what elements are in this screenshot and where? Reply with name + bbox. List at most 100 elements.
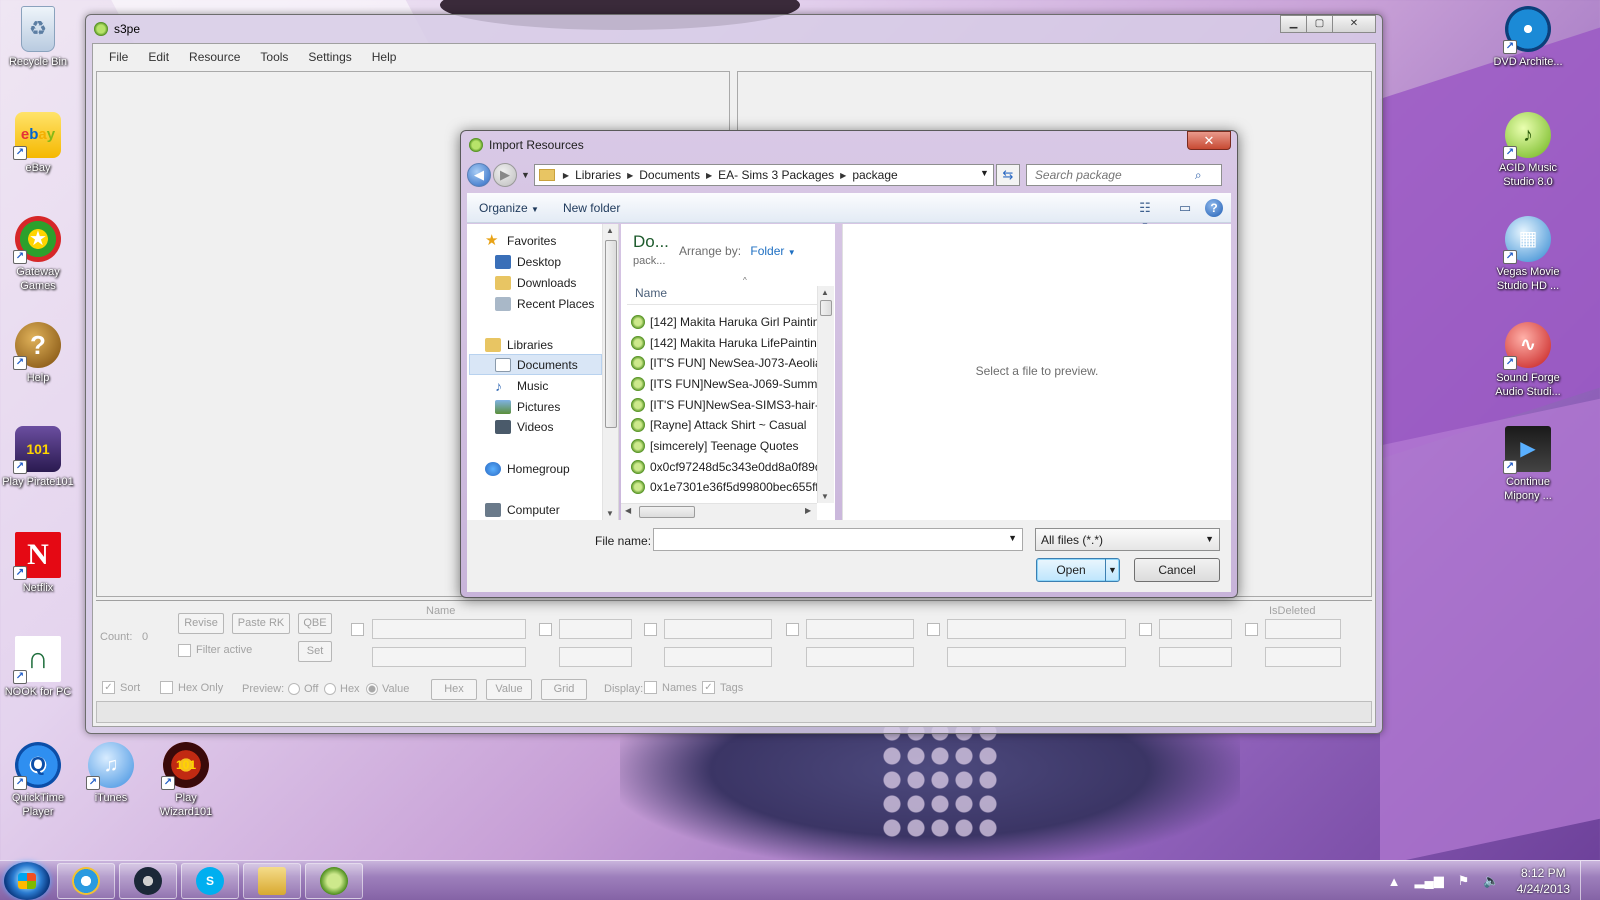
value-button[interactable]: Value (486, 679, 532, 700)
desktop-icon-quicktime[interactable]: Q ↗ QuickTime Player (0, 742, 76, 819)
file-row[interactable]: 0x0cf97248d5c343e0dd8a0f89c3 (631, 456, 821, 477)
desktop-icon-acid-music[interactable]: ♪ ↗ ACID Music Studio 8.0 (1490, 112, 1566, 189)
set-button[interactable]: Set (298, 641, 332, 662)
filter-field-checkbox[interactable] (351, 623, 364, 636)
filter-field-mask[interactable] (1265, 647, 1341, 667)
search-box[interactable]: ⌕ (1025, 164, 1222, 186)
scrollbar-thumb[interactable] (639, 506, 695, 518)
nav-downloads[interactable]: Downloads (495, 272, 576, 293)
menu-file[interactable]: File (99, 50, 138, 64)
search-input[interactable] (1034, 168, 1195, 182)
breadcrumb-documents[interactable]: Documents (639, 168, 700, 182)
filter-field-mask[interactable] (1159, 647, 1232, 667)
tags-checkbox[interactable]: ✓ (702, 681, 715, 694)
taskbar-internet-explorer[interactable] (57, 863, 115, 899)
file-row[interactable]: [IT'S FUN]NewSea-SIMS3-hair-J (631, 394, 821, 415)
file-row[interactable]: [simcerely] Teenage Quotes (631, 435, 821, 456)
address-bar[interactable]: ▶ Libraries ▶ Documents ▶ EA- Sims 3 Pac… (533, 164, 994, 186)
menu-edit[interactable]: Edit (138, 50, 179, 64)
network-icon[interactable]: ▂▄▆ (1415, 873, 1444, 889)
desktop-icon-nook[interactable]: ∩ ↗ NOOK for PC (0, 636, 76, 699)
desktop-icon-itunes[interactable]: ♫ ↗ iTunes (73, 742, 149, 805)
taskbar-s3pe[interactable] (305, 863, 363, 899)
desktop-icon-dvd-architect[interactable]: ↗ DVD Archite... (1490, 6, 1566, 69)
preview-off-radio[interactable] (288, 683, 300, 695)
desktop-icon-netflix[interactable]: N ↗ Netflix (0, 532, 76, 595)
filter-field-value[interactable] (664, 619, 772, 639)
forward-button[interactable]: ▶ (493, 163, 517, 187)
taskbar-steam[interactable] (119, 863, 177, 899)
menu-resource[interactable]: Resource (179, 50, 250, 64)
clock[interactable]: 8:12 PM 4/24/2013 (1517, 865, 1570, 897)
filter-field-value[interactable] (372, 619, 526, 639)
filter-field-mask[interactable] (372, 647, 526, 667)
file-row[interactable]: [142] Makita Haruka Girl Paintin (631, 311, 821, 332)
help-icon[interactable]: ? (1205, 198, 1223, 217)
file-list-scrollbar[interactable]: ▲ ▼ (817, 286, 834, 503)
scroll-up-icon[interactable]: ▲ (821, 288, 829, 297)
taskbar-skype[interactable]: S (181, 863, 239, 899)
breadcrumb-sims3-packages[interactable]: EA- Sims 3 Packages (718, 168, 834, 182)
preview-value-radio[interactable] (366, 683, 378, 695)
nav-videos[interactable]: Videos (495, 416, 553, 437)
filter-field-value[interactable] (806, 619, 914, 639)
desktop-icon-wizard101[interactable]: 101 ↗ Play Wizard101 (148, 742, 224, 819)
hex-button[interactable]: Hex (431, 679, 477, 700)
menu-help[interactable]: Help (362, 50, 407, 64)
desktop-icon-gateway-games[interactable]: ★ ↗ Gateway Games (0, 216, 76, 293)
open-options-dropdown[interactable]: ▼ (1105, 559, 1119, 581)
filter-active-checkbox[interactable] (178, 644, 191, 657)
scroll-up-icon[interactable]: ▲ (606, 226, 614, 235)
column-header-name[interactable]: ^ Name (627, 276, 817, 305)
refresh-icon[interactable]: ⇆ (995, 164, 1020, 186)
desktop-icon-mipony[interactable]: ▶ ↗ Continue Mipony ... (1490, 426, 1566, 503)
change-view-icon[interactable]: ☷ ▼ (1135, 200, 1155, 230)
filter-field-checkbox[interactable] (1245, 623, 1258, 636)
open-button[interactable]: Open ▼ (1036, 558, 1120, 582)
scroll-down-icon[interactable]: ▼ (606, 509, 614, 518)
menu-tools[interactable]: Tools (250, 50, 298, 64)
nav-homegroup[interactable]: Homegroup (485, 458, 570, 479)
maximize-button[interactable]: ▢ (1306, 15, 1333, 33)
nav-libraries[interactable]: Libraries (485, 334, 553, 355)
volume-icon[interactable]: 🔈 (1483, 873, 1499, 889)
nav-documents[interactable]: Documents (469, 354, 602, 375)
breadcrumb-package[interactable]: package (852, 168, 897, 182)
revise-button[interactable]: Revise (178, 613, 224, 634)
names-checkbox[interactable] (644, 681, 657, 694)
dialog-close-button[interactable]: ✕ (1187, 131, 1231, 150)
scroll-right-icon[interactable]: ▶ (805, 506, 811, 515)
grid-button[interactable]: Grid (541, 679, 587, 700)
nav-favorites[interactable]: ★ Favorites (485, 230, 556, 251)
sort-checkbox[interactable]: ✓ (102, 681, 115, 694)
search-icon[interactable]: ⌕ (1195, 168, 1202, 183)
nav-pictures[interactable]: Pictures (495, 396, 560, 417)
file-row[interactable]: [IT'S FUN] NewSea-J073-Aeoliar (631, 352, 821, 373)
nav-music[interactable]: ♪ Music (495, 375, 548, 396)
file-row[interactable]: [142] Makita Haruka LifePaintin (631, 332, 821, 353)
filter-field-checkbox[interactable] (786, 623, 799, 636)
chevron-down-icon[interactable]: ▼ (1008, 533, 1017, 543)
file-row[interactable]: [Rayne] Attack Shirt ~ Casual (631, 414, 821, 435)
file-type-select[interactable]: All files (*.*) ▼ (1035, 528, 1220, 551)
desktop-icon-help[interactable]: ? ↗ Help (0, 322, 76, 385)
cancel-button[interactable]: Cancel (1134, 558, 1220, 582)
close-button[interactable]: ✕ (1332, 15, 1376, 33)
minimize-button[interactable]: ▁ (1280, 15, 1307, 33)
desktop-icon-vegas-movie[interactable]: ▦ ↗ Vegas Movie Studio HD ... (1490, 216, 1566, 293)
filter-field-checkbox[interactable] (539, 623, 552, 636)
qbe-button[interactable]: QBE (298, 613, 332, 634)
breadcrumb-libraries[interactable]: Libraries (575, 168, 621, 182)
file-row[interactable]: [ITS FUN]NewSea-J069-Summe (631, 373, 821, 394)
desktop-icon-pirate101[interactable]: 101 ↗ Play Pirate101 (0, 426, 76, 489)
file-row[interactable]: 0x1e7301e36f5d99800bec655ff03 (631, 476, 821, 497)
s3pe-titlebar[interactable]: s3pe (86, 15, 1382, 43)
paste-rk-button[interactable]: Paste RK (232, 613, 290, 634)
desktop-icon-sound-forge[interactable]: ∿ ↗ Sound Forge Audio Studi... (1490, 322, 1566, 399)
filter-field-checkbox[interactable] (644, 623, 657, 636)
filter-field-checkbox[interactable] (927, 623, 940, 636)
show-desktop-button[interactable] (1580, 861, 1592, 900)
action-center-icon[interactable]: ⚑ (1458, 873, 1470, 889)
scroll-left-icon[interactable]: ◀ (625, 506, 631, 515)
filter-field-value[interactable] (947, 619, 1126, 639)
